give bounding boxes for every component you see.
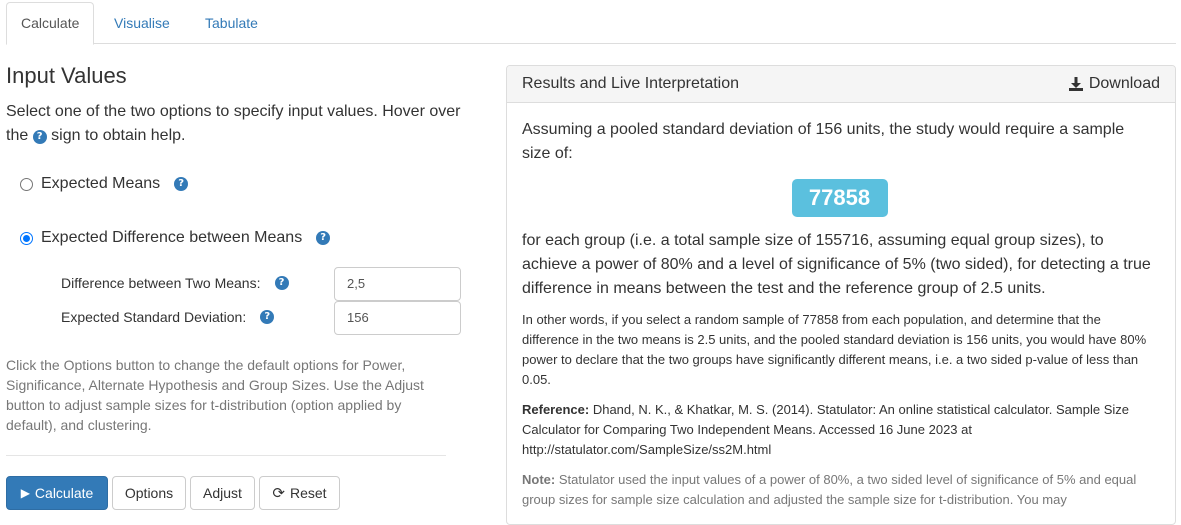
reference-text: Dhand, N. K., & Khatkar, M. S. (2014). S… [522, 402, 1129, 457]
note-label: Note: [522, 472, 556, 487]
help-icon[interactable]: ? [316, 231, 331, 245]
reference-label: Reference: [522, 402, 590, 417]
std-deviation-label-text: Expected Standard Deviation: [61, 309, 247, 325]
options-note: Click the Options button to change the d… [6, 357, 424, 433]
difference-label-text: Difference between Two Means: [61, 275, 261, 291]
options-button[interactable]: Options [112, 476, 186, 510]
input-values-heading: Input Values [6, 63, 127, 88]
download-link[interactable]: Download [1068, 75, 1160, 93]
option-expected-means[interactable]: Expected Means ? [20, 175, 189, 193]
note-paragraph: Note: Statulator used the input values o… [522, 470, 1157, 510]
results-body: Assuming a pooled standard deviation of … [522, 118, 1157, 510]
option-expected-means-label: Expected Means [41, 175, 161, 192]
calculate-button[interactable]: ▶ Calculate [6, 476, 108, 510]
play-icon: ▶ [20, 486, 30, 500]
radio-expected-means[interactable] [20, 177, 33, 191]
help-icon[interactable]: ? [274, 276, 289, 290]
note-text: Statulator used the input values of a po… [522, 472, 1137, 507]
tab-tabulate[interactable]: Tabulate [191, 2, 272, 44]
results-panel: Results and Live Interpretation Download… [506, 65, 1176, 525]
help-icon[interactable]: ? [174, 177, 189, 191]
std-deviation-input[interactable]: 156 [334, 301, 461, 335]
results-intro: Assuming a pooled standard deviation of … [522, 121, 1125, 162]
tab-bar: Calculate Visualise Tabulate [6, 1, 1176, 45]
radio-expected-difference[interactable] [20, 231, 33, 245]
reference-paragraph: Reference: Dhand, N. K., & Khatkar, M. S… [522, 400, 1157, 460]
reset-button-label: Reset [290, 485, 327, 501]
results-title: Results and Live Interpretation [522, 75, 740, 92]
adjust-button[interactable]: Adjust [190, 476, 255, 510]
option-expected-difference[interactable]: Expected Difference between Means ? [20, 229, 331, 247]
sample-size-badge: 77858 [791, 179, 888, 217]
adjust-button-label: Adjust [203, 485, 242, 501]
reset-button[interactable]: ⟳ Reset [259, 476, 340, 510]
results-per-group: for each group (i.e. a total sample size… [522, 232, 1151, 297]
refresh-icon: ⟳ [272, 485, 285, 502]
tab-visualise[interactable]: Visualise [100, 2, 184, 44]
difference-input[interactable]: 2,5 [334, 267, 461, 301]
tab-calculate[interactable]: Calculate [6, 2, 95, 45]
difference-label: Difference between Two Means: ? [61, 275, 289, 291]
std-deviation-label: Expected Standard Deviation: ? [61, 309, 275, 325]
option-expected-difference-label: Expected Difference between Means [41, 229, 303, 246]
results-other-words: In other words, if you select a random s… [522, 312, 1147, 387]
input-instructions: Select one of the two options to specify… [6, 100, 476, 148]
divider [6, 455, 446, 456]
download-icon [1068, 77, 1083, 91]
options-button-label: Options [124, 485, 174, 501]
help-icon[interactable]: ? [260, 310, 275, 324]
results-panel-header: Results and Live Interpretation Download [507, 66, 1175, 103]
calculate-button-label: Calculate [34, 485, 94, 501]
help-icon: ? [32, 130, 47, 144]
instructions-text-2: sign to obtain help. [51, 127, 186, 144]
download-label: Download [1088, 75, 1160, 92]
